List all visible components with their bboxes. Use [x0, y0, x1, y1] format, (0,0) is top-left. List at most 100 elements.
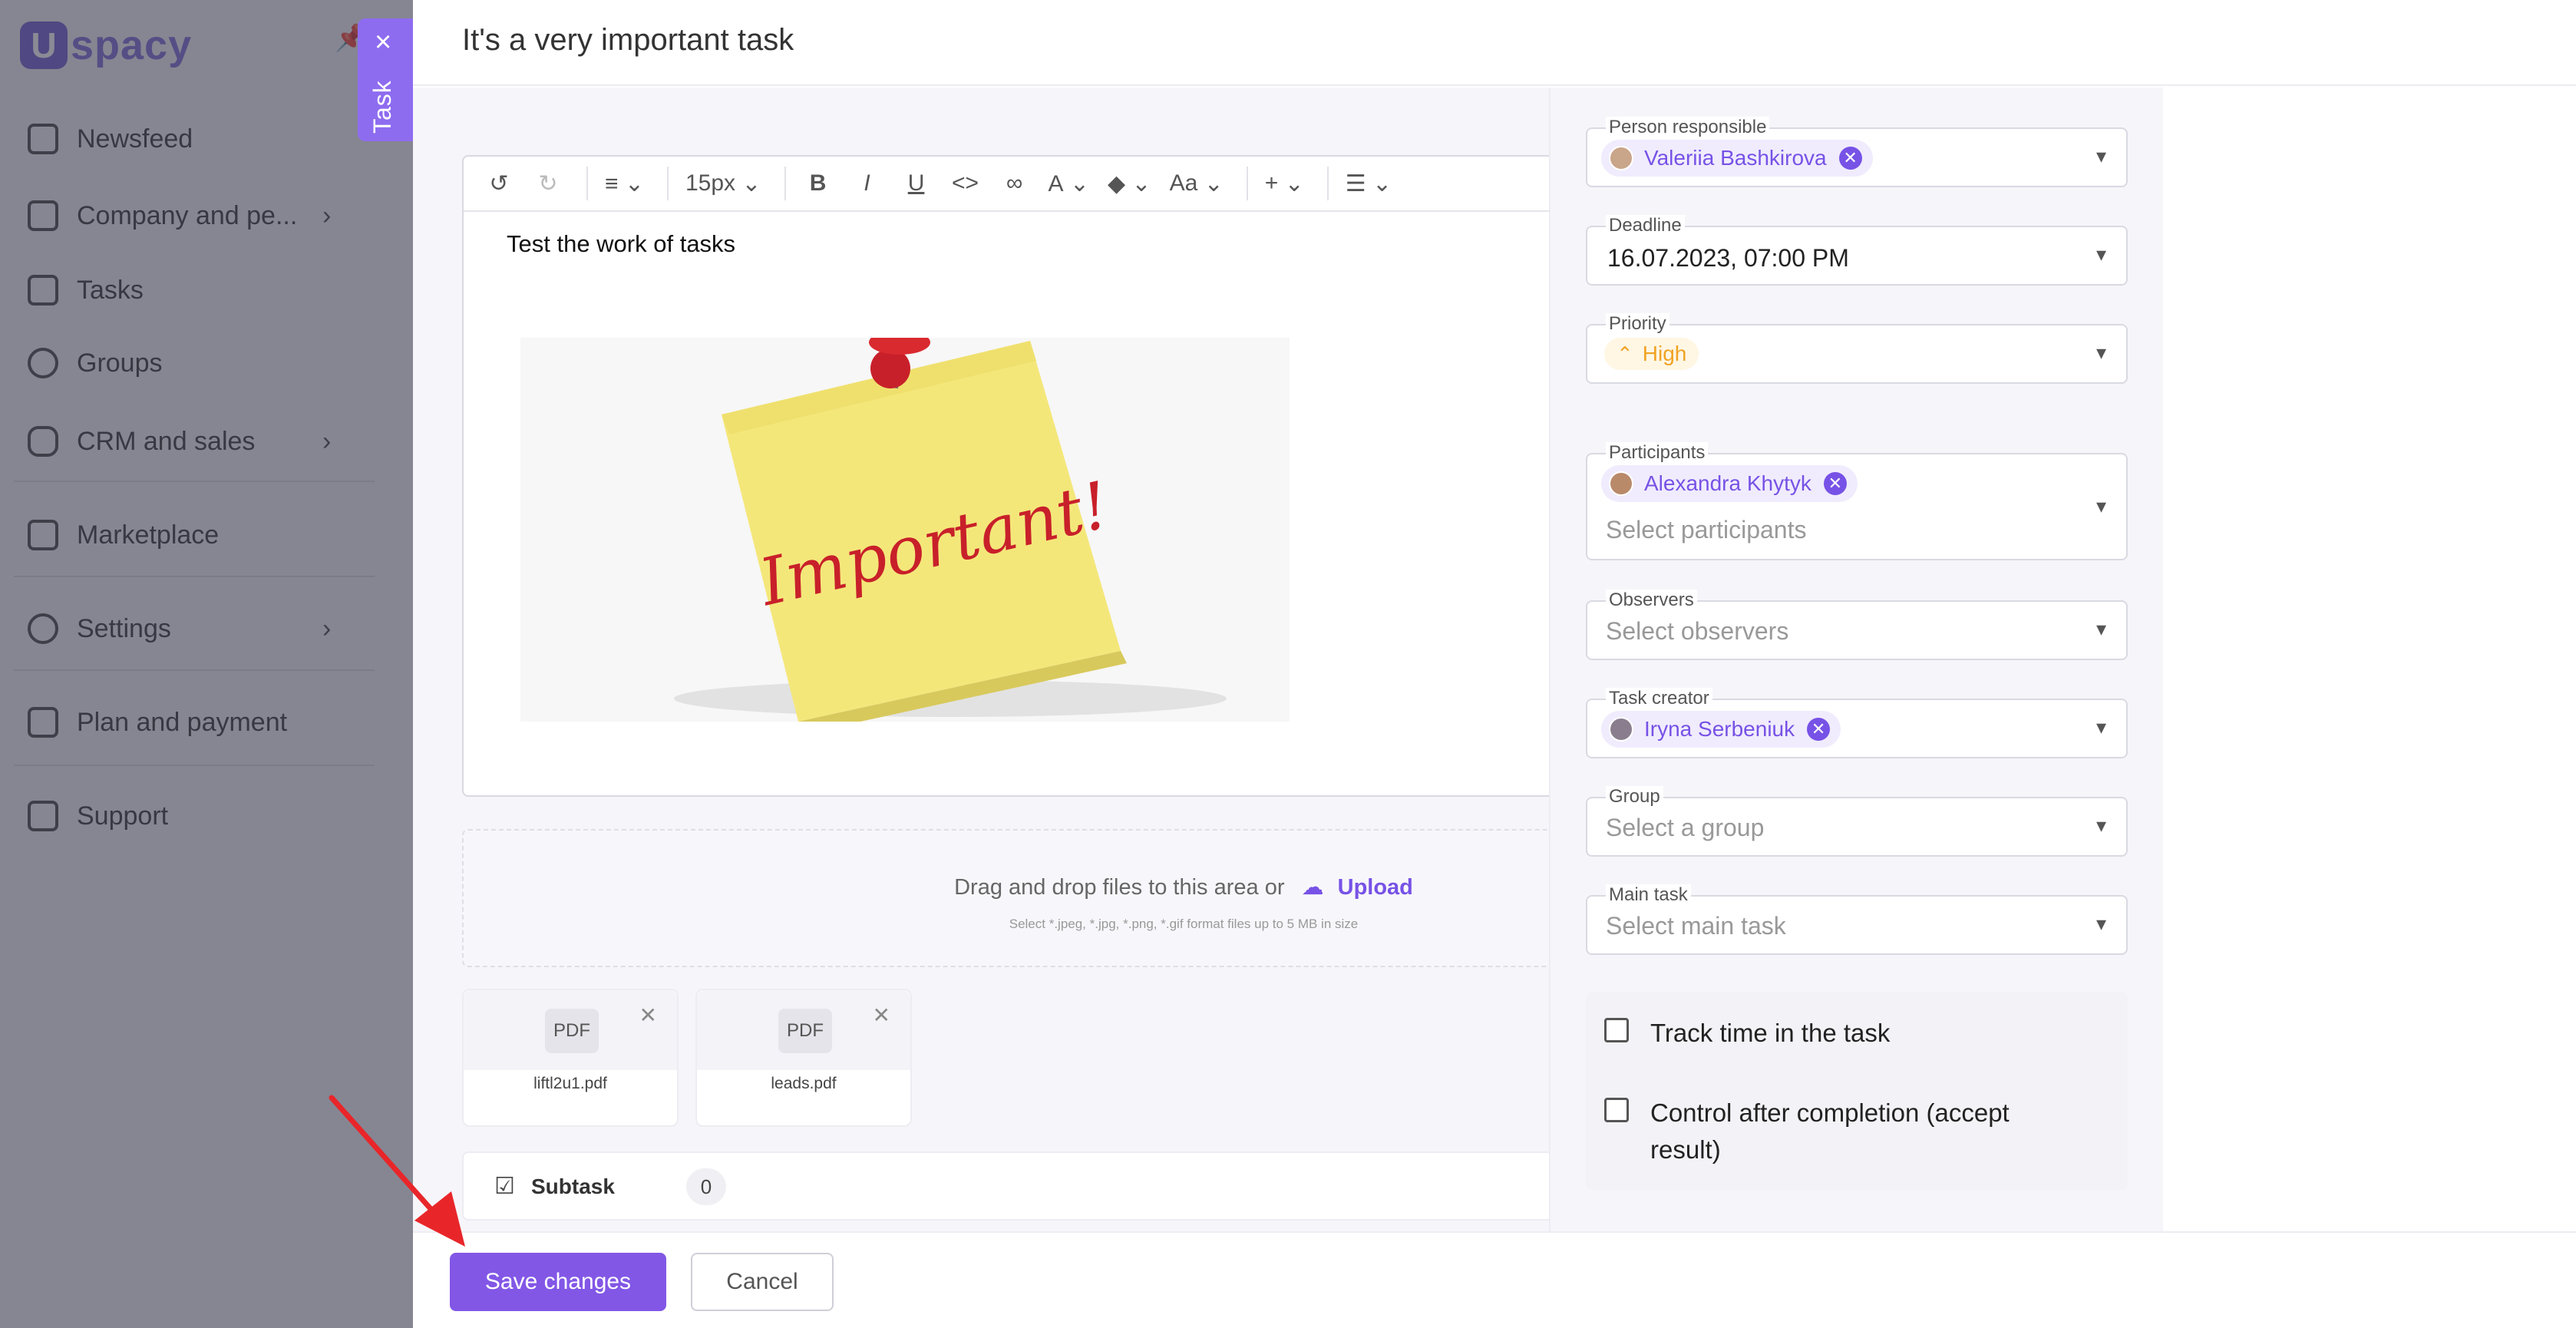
underline-icon[interactable]: U	[895, 156, 938, 211]
insert-button[interactable]: + ⌄	[1259, 156, 1310, 211]
chevron-down-icon[interactable]: ▾	[2096, 144, 2106, 168]
task-creator-field[interactable]: Task creator Iryna Serbeniuk ✕ ▾	[1586, 688, 2128, 758]
person-responsible-field[interactable]: Person responsible Valeriia Bashkirova ✕…	[1586, 117, 2128, 187]
sidebar-item-tasks[interactable]: Tasks	[28, 263, 144, 317]
cancel-button[interactable]: Cancel	[691, 1253, 834, 1311]
task-tab[interactable]: × Task	[358, 18, 413, 141]
divider	[14, 576, 375, 577]
sidebar-item-plan[interactable]: Plan and payment	[28, 695, 287, 749]
sidebar-item-marketplace[interactable]: Marketplace	[28, 508, 219, 562]
divider	[14, 669, 375, 671]
sidebar-item-label: Support	[77, 801, 169, 831]
control-after-completion-checkbox[interactable]	[1604, 1098, 1629, 1122]
toolbar-divider	[1326, 167, 1329, 200]
save-changes-button[interactable]: Save changes	[450, 1253, 666, 1311]
task-options: Track time in the task Control after com…	[1586, 992, 2128, 1190]
toolbar-divider	[1246, 167, 1248, 200]
logo[interactable]: U spacy	[20, 18, 192, 72]
avatar	[1609, 146, 1633, 170]
wallet-icon	[28, 707, 58, 738]
help-icon	[28, 801, 58, 831]
chevron-down-icon[interactable]: ▾	[2096, 341, 2106, 365]
close-icon[interactable]: ×	[375, 28, 391, 57]
text-color-button[interactable]: A ⌄	[1042, 156, 1095, 211]
chevron-down-icon[interactable]: ▾	[2096, 617, 2106, 641]
logo-text: spacy	[71, 22, 193, 68]
database-icon	[28, 426, 58, 457]
attached-file[interactable]: PDF ✕ leads.pdf	[695, 989, 912, 1127]
deadline-field[interactable]: Deadline 16.07.2023, 07:00 PM ▾	[1586, 215, 2128, 286]
sidebar-item-crm[interactable]: CRM and sales ›	[28, 415, 331, 468]
creator-name: Iryna Serbeniuk	[1644, 717, 1795, 741]
participants-placeholder[interactable]: Select participants	[1606, 516, 1806, 544]
participant-name: Alexandra Khytyk	[1644, 471, 1811, 495]
priority-field[interactable]: Priority ⌃ High ▾	[1586, 313, 2128, 384]
remove-file-icon[interactable]: ✕	[873, 1003, 890, 1028]
undo-icon[interactable]: ↺	[477, 156, 520, 211]
sidebar-item-newsfeed[interactable]: Newsfeed	[28, 112, 193, 166]
attached-file[interactable]: PDF ✕ liftl2u1.pdf	[462, 989, 679, 1127]
chevron-right-icon: ›	[322, 613, 332, 643]
divider	[14, 765, 375, 766]
priority-badge: ⌃ High	[1604, 338, 1699, 370]
link-icon[interactable]: ∞	[993, 156, 1036, 211]
text-case-button[interactable]: Aa ⌄	[1164, 156, 1230, 211]
group-field[interactable]: Group Select a group ▾	[1586, 786, 2128, 857]
toolbar-divider	[586, 167, 588, 200]
participants-field[interactable]: Participants Alexandra Khytyk ✕ Select p…	[1586, 442, 2128, 560]
remove-file-icon[interactable]: ✕	[639, 1003, 657, 1028]
page-title[interactable]: It's a very important task	[462, 23, 794, 58]
sidebar-item-company[interactable]: Company and pe... ›	[28, 189, 331, 243]
track-time-checkbox[interactable]	[1604, 1018, 1629, 1042]
pdf-icon: PDF	[545, 1009, 599, 1053]
bold-icon[interactable]: B	[797, 156, 840, 211]
sidebar-item-label: Plan and payment	[77, 707, 288, 737]
chevron-down-icon[interactable]: ▾	[2096, 814, 2106, 837]
chevron-down-icon[interactable]: ▾	[2096, 243, 2106, 266]
field-label: Main task	[1606, 884, 1691, 906]
paragraph-format-button[interactable]: ≡ ⌄	[599, 156, 650, 211]
track-time-option[interactable]: Track time in the task	[1604, 1015, 2080, 1052]
chevron-right-icon: ›	[322, 426, 332, 456]
deadline-value: 16.07.2023, 07:00 PM	[1607, 244, 1849, 272]
chevron-down-icon[interactable]: ▾	[2096, 715, 2106, 739]
observers-field[interactable]: Observers Select observers ▾	[1586, 590, 2128, 660]
plus-icon: +	[1264, 170, 1279, 196]
upload-link[interactable]: Upload	[1338, 875, 1413, 900]
chevron-down-icon[interactable]: ▾	[2096, 494, 2106, 518]
panel-header: It's a very important task	[413, 0, 2576, 86]
person-chip: Valeriia Bashkirova ✕	[1601, 140, 1873, 177]
sidebar-item-groups[interactable]: Groups	[28, 336, 163, 390]
home-icon	[28, 124, 58, 154]
sidebar-item-label: Settings	[77, 613, 171, 643]
control-after-completion-option[interactable]: Control after completion (accept result)	[1604, 1095, 2080, 1168]
italic-icon[interactable]: I	[846, 156, 889, 211]
font-size-select[interactable]: 15px ⌄	[679, 156, 768, 211]
sidebar-item-settings[interactable]: Settings ›	[28, 602, 331, 656]
editor-content[interactable]: Test the work of tasks	[507, 230, 735, 258]
sidebar-item-support[interactable]: Support	[28, 789, 168, 843]
upload-icon: ☁	[1301, 875, 1324, 900]
highlight-color-button[interactable]: ◆ ⌄	[1101, 156, 1158, 211]
logo-mark: U	[20, 21, 68, 69]
remove-chip-icon[interactable]: ✕	[1807, 718, 1831, 741]
group-placeholder: Select a group	[1606, 814, 1765, 841]
field-label: Deadline	[1606, 215, 1685, 236]
field-label: Person responsible	[1606, 117, 1770, 138]
remove-chip-icon[interactable]: ✕	[1838, 147, 1862, 170]
file-name: liftl2u1.pdf	[533, 1075, 607, 1092]
avatar	[1609, 471, 1633, 496]
chevron-down-icon[interactable]: ▾	[2096, 912, 2106, 936]
main-task-field[interactable]: Main task Select main task ▾	[1586, 884, 2128, 955]
remove-chip-icon[interactable]: ✕	[1823, 472, 1847, 495]
field-label: Observers	[1606, 590, 1697, 611]
important-note-image[interactable]: Important!	[520, 338, 1290, 722]
align-button[interactable]: ☰ ⌄	[1339, 156, 1398, 211]
checkbox-label: Track time in the task	[1650, 1019, 1891, 1047]
participant-chip: Alexandra Khytyk ✕	[1601, 465, 1858, 502]
redo-icon[interactable]: ↻	[527, 156, 570, 211]
gear-icon	[28, 613, 58, 644]
toolbar-divider	[784, 167, 786, 200]
field-label: Task creator	[1606, 688, 1712, 709]
code-icon[interactable]: <>	[944, 156, 987, 211]
